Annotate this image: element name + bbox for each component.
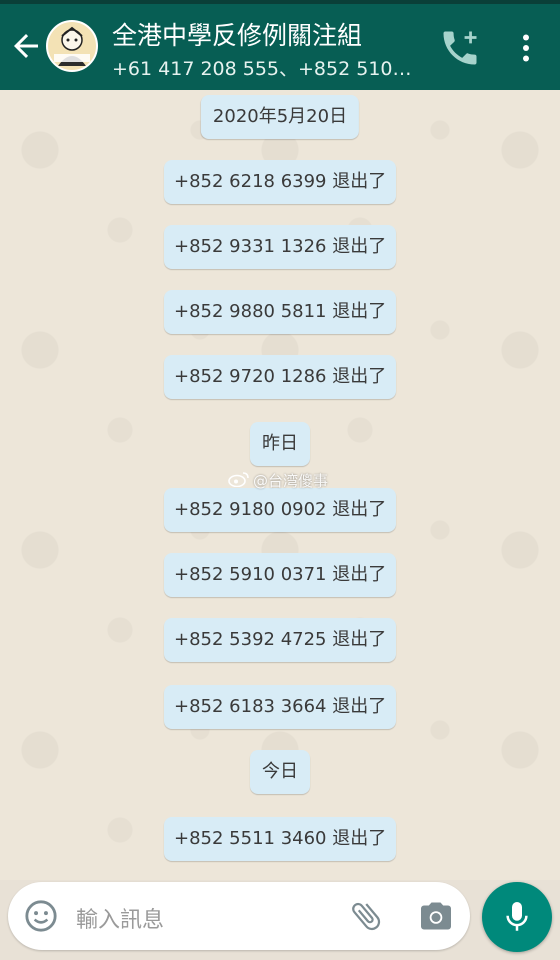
- more-vert-icon[interactable]: [508, 28, 544, 68]
- date-chip: 今日: [250, 750, 310, 794]
- chat-header: 全港中學反修例關注組 +61 417 208 555、+852 5100 9..…: [0, 4, 560, 90]
- system-message[interactable]: +852 9331 1326 退出了: [164, 225, 396, 269]
- watermark-text: @台湾傻事: [253, 472, 329, 490]
- emoji-icon[interactable]: [24, 899, 58, 933]
- watermark: @台湾傻事: [228, 470, 328, 491]
- add-call-icon[interactable]: [438, 26, 482, 70]
- date-chip: 2020年5月20日: [200, 95, 360, 139]
- back-arrow-icon[interactable]: [8, 28, 44, 64]
- date-chip: 昨日: [250, 422, 310, 466]
- system-message[interactable]: +852 5511 3460 退出了: [164, 817, 396, 861]
- weibo-logo-icon: [228, 471, 250, 491]
- system-message[interactable]: +852 9180 0902 退出了: [164, 488, 396, 532]
- system-message[interactable]: +852 6183 3664 退出了: [164, 685, 396, 729]
- system-message[interactable]: +852 9880 5811 退出了: [164, 290, 396, 334]
- group-avatar[interactable]: [46, 20, 98, 72]
- chat-participants[interactable]: +61 417 208 555、+852 5100 9...: [112, 54, 417, 81]
- system-message[interactable]: +852 6218 6399 退出了: [164, 160, 396, 204]
- message-input[interactable]: 輸入訊息: [76, 902, 164, 934]
- mic-button[interactable]: [482, 882, 552, 952]
- message-composer: 輸入訊息: [8, 882, 470, 950]
- system-message[interactable]: +852 9720 1286 退出了: [164, 355, 396, 399]
- system-message[interactable]: +852 5910 0371 退出了: [164, 553, 396, 597]
- message-list[interactable]: 2020年5月20日 +852 6218 6399 退出了 +852 9331 …: [0, 90, 560, 880]
- camera-icon[interactable]: [416, 898, 456, 934]
- system-message[interactable]: +852 5392 4725 退出了: [164, 618, 396, 662]
- paperclip-icon[interactable]: [348, 898, 384, 934]
- chat-title[interactable]: 全港中學反修例關注組: [112, 16, 432, 52]
